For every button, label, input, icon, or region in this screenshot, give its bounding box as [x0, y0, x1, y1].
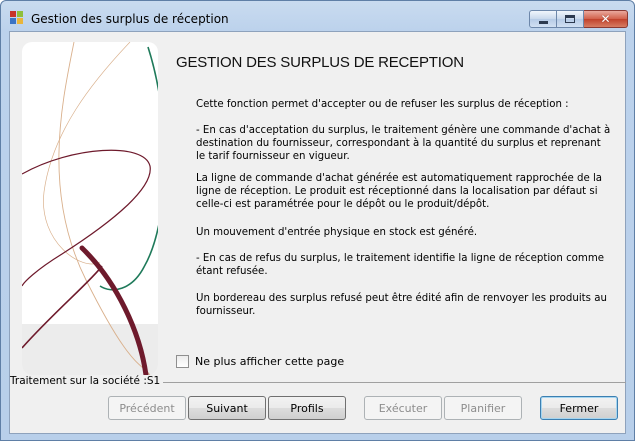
curve-green [99, 46, 158, 291]
description-paragraph-6: Un bordereau des surplus refusé peut êtr… [196, 293, 607, 317]
next-button[interactable]: Suivant [188, 396, 266, 420]
dont-show-again-row: Ne plus afficher cette page [176, 355, 344, 368]
footer-separator [156, 382, 626, 383]
close-icon: ✕ [600, 12, 611, 26]
page-title: GESTION DES SURPLUS DE RECEPTION [176, 54, 464, 71]
decorative-curves-image [22, 42, 158, 375]
description-paragraph-1: Cette fonction permet d'accepter ou de r… [196, 99, 569, 110]
curve-tan-2 [43, 42, 131, 265]
execute-button[interactable]: Exécuter [364, 396, 442, 420]
curve-dark-red [22, 149, 151, 287]
profiles-button[interactable]: Profils [268, 396, 346, 420]
minimize-button[interactable] [529, 10, 557, 28]
title-bar[interactable]: Gestion des surplus de réception ✕ [1, 1, 634, 31]
decorative-side-panel [22, 42, 158, 375]
description-paragraph-5: - En cas de refus du surplus, le traitem… [196, 253, 605, 277]
close-button[interactable]: Fermer [540, 396, 618, 420]
description-paragraph-2: - En cas d'acceptation du surplus, le tr… [196, 125, 611, 162]
maximize-button[interactable] [557, 10, 584, 28]
previous-button[interactable]: Précédent [108, 396, 186, 420]
close-window-button[interactable]: ✕ [584, 10, 628, 28]
description-paragraph-3: La ligne de commande d'achat générée est… [196, 173, 603, 210]
maximize-icon [565, 15, 575, 23]
window-controls: ✕ [529, 10, 628, 28]
dont-show-again-label[interactable]: Ne plus afficher cette page [195, 355, 344, 368]
dont-show-again-checkbox[interactable] [176, 355, 189, 368]
window-title: Gestion des surplus de réception [31, 12, 229, 26]
dialog-content: GESTION DES SURPLUS DE RECEPTION Cette f… [9, 31, 626, 434]
dialog-window: Gestion des surplus de réception ✕ GESTI… [0, 0, 635, 441]
minimize-icon [538, 20, 548, 24]
description-paragraph-4: Un mouvement d'entrée physique en stock … [196, 227, 478, 238]
app-icon [10, 11, 24, 25]
company-label: Traitement sur la société :S1 [10, 375, 164, 387]
schedule-button[interactable]: Planifier [444, 396, 522, 420]
